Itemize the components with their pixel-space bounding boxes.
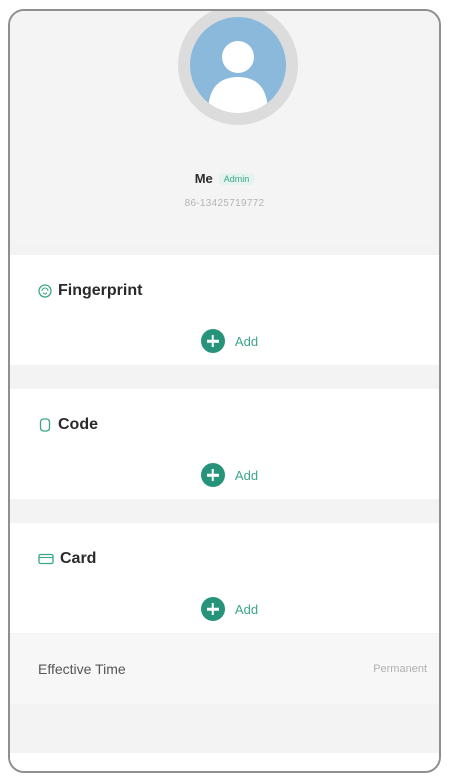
add-label: Add [234,333,259,349]
card-title: Card [60,550,97,567]
user-name: Me [194,171,213,186]
card-header: Card [38,549,96,569]
avatar[interactable] [190,17,286,113]
effective-time-value: Permanent [373,663,427,675]
add-fingerprint-button[interactable]: Add [10,327,439,355]
code-header: Code [38,415,98,435]
fingerprint-header: Fingerprint [38,281,142,301]
add-code-button[interactable]: Add [10,461,439,489]
footer-strip [10,753,439,771]
plus-circle-icon [200,597,225,621]
add-label: Add [234,601,259,617]
fingerprint-title: Fingerprint [58,282,143,299]
fingerprint-section: Fingerprint Add [10,255,439,365]
add-label: Add [234,467,259,483]
code-section: Code Add [10,389,439,499]
fingerprint-icon [38,284,52,298]
role-badge: Admin [218,173,255,185]
name-row: Me Admin [10,171,439,186]
add-card-button[interactable]: Add [10,595,439,623]
code-title: Code [58,416,98,433]
plus-circle-icon [200,329,225,353]
avatar-ring [178,11,298,125]
effective-time-row[interactable]: Effective Time Permanent [10,634,439,704]
card-icon [38,552,54,566]
effective-time-label: Effective Time [38,661,126,677]
keypad-icon [38,418,52,432]
user-silhouette-icon [208,41,268,113]
plus-circle-icon [200,463,225,487]
user-phone: 86-13425719772 [184,198,265,209]
profile-header: Me Admin 86-13425719772 [10,11,439,245]
phone-frame: Me Admin 86-13425719772 Fingerprint Add [8,9,441,773]
card-section: Card Add [10,523,439,633]
